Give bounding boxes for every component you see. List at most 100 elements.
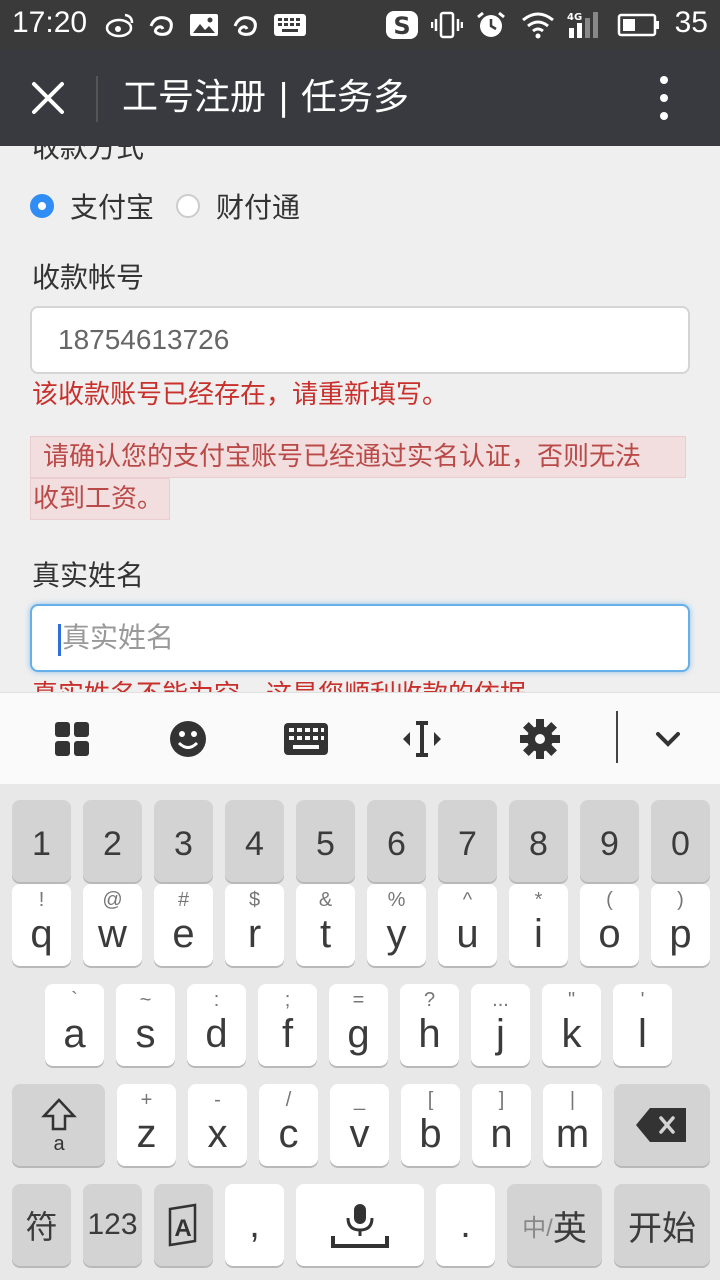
key-sub: # <box>177 889 190 911</box>
key-l[interactable]: ' l <box>613 984 672 1066</box>
number-mode-key[interactable]: 123 <box>83 1184 142 1266</box>
key-label: l <box>638 1012 647 1056</box>
key-q[interactable]: ! q <box>12 884 71 966</box>
symbol-key[interactable]: 符 <box>12 1184 71 1266</box>
account-label: 收款帐号 <box>32 261 145 294</box>
close-icon[interactable] <box>24 74 72 122</box>
handwriting-key[interactable]: A <box>154 1184 213 1266</box>
sogou-icon: S <box>384 10 420 40</box>
key-2[interactable]: 2 <box>83 800 142 882</box>
key-4[interactable]: 4 <box>225 800 284 882</box>
title-bar: 工号注册 | 任务多 <box>0 50 720 146</box>
form-content: 收款方式 支付宝 财付通 收款帐号 18754613726 该收款账号已经存在，… <box>0 146 720 692</box>
account-input[interactable]: 18754613726 <box>30 306 690 374</box>
svg-text:A: A <box>174 1215 191 1242</box>
key-c[interactable]: / c <box>259 1084 318 1166</box>
key-sub: ^ <box>462 889 473 911</box>
collapse-keyboard-icon[interactable] <box>646 717 690 761</box>
text-caret <box>58 623 61 656</box>
key-sub: [ <box>427 1089 434 1111</box>
space-voice-key[interactable] <box>296 1184 424 1266</box>
key-g[interactable]: = g <box>329 984 388 1066</box>
cursor-move-icon[interactable] <box>400 717 444 761</box>
key-label: h <box>418 1012 441 1056</box>
apps-grid-icon[interactable] <box>50 717 94 761</box>
key-7[interactable]: 7 <box>438 800 497 882</box>
key-label: y <box>386 912 407 956</box>
realname-input[interactable]: 真实姓名 <box>30 604 690 672</box>
settings-gear-icon[interactable] <box>518 717 562 761</box>
key-label: s <box>135 1012 156 1056</box>
go-key[interactable]: 开始 <box>614 1184 710 1266</box>
more-options-icon[interactable] <box>640 72 688 124</box>
key-sub: : <box>213 989 220 1011</box>
key-label: u <box>456 912 479 956</box>
key-r[interactable]: $ r <box>225 884 284 966</box>
key-p[interactable]: ) p <box>651 884 710 966</box>
key-h[interactable]: ? h <box>400 984 459 1066</box>
soft-keyboard: 1 2 3 4 5 6 7 8 9 0 ! q @ w # e $ r & t % y ^ u… <box>0 784 720 1280</box>
comma-key[interactable]: , <box>225 1184 284 1266</box>
page-title: 工号注册 | 任务多 <box>122 77 410 118</box>
backspace-key[interactable] <box>614 1084 710 1166</box>
shift-key[interactable]: a <box>12 1084 105 1166</box>
key-s[interactable]: ~ s <box>116 984 175 1066</box>
key-t[interactable]: & t <box>296 884 355 966</box>
key-u[interactable]: ^ u <box>438 884 497 966</box>
key-label: w <box>98 912 127 956</box>
key-a[interactable]: ` a <box>45 984 104 1066</box>
key-sub: * <box>534 889 543 911</box>
alipay-radio[interactable] <box>30 194 54 218</box>
key-j[interactable]: ... j <box>471 984 530 1066</box>
key-label: 6 <box>387 825 406 863</box>
key-label: 开始 <box>628 1209 696 1248</box>
key-label: z <box>136 1112 157 1156</box>
key-8[interactable]: 8 <box>509 800 568 882</box>
svg-text:S: S <box>393 12 410 40</box>
key-x[interactable]: -x <box>188 1084 247 1166</box>
key-e[interactable]: # e <box>154 884 213 966</box>
key-sub: ... <box>492 989 509 1011</box>
emoji-icon[interactable] <box>166 717 210 761</box>
key-b[interactable]: [b <box>401 1084 460 1166</box>
key-label: v <box>349 1112 370 1156</box>
key-m[interactable]: | m <box>543 1084 602 1166</box>
key-f[interactable]: ; f <box>258 984 317 1066</box>
key-i[interactable]: * i <box>509 884 568 966</box>
notification-app-icon-2 <box>230 10 262 40</box>
gallery-icon <box>188 10 220 40</box>
key-k[interactable]: " k <box>542 984 601 1066</box>
key-n[interactable]: ] n <box>472 1084 531 1166</box>
alarm-icon <box>474 10 508 40</box>
weibo-icon <box>104 10 136 40</box>
key-label: t <box>319 912 332 956</box>
key-label: f <box>281 1012 294 1056</box>
keyboard-switch-icon[interactable] <box>282 717 330 761</box>
alipay-label[interactable]: 支付宝 <box>70 186 154 226</box>
tenpay-radio[interactable] <box>176 194 201 218</box>
key-sub: ] <box>498 1089 505 1111</box>
period-key[interactable]: . <box>436 1184 495 1266</box>
key-d[interactable]: :d <box>187 984 246 1066</box>
key-0[interactable]: 0 <box>651 800 710 882</box>
key-y[interactable]: % y <box>367 884 426 966</box>
alert-line-2: 收到工资。 <box>30 478 171 520</box>
key-1[interactable]: 1 <box>12 800 71 882</box>
key-w[interactable]: @ w <box>83 884 142 966</box>
key-sub: ` <box>71 989 78 1011</box>
key-5[interactable]: 5 <box>296 800 355 882</box>
tenpay-label[interactable]: 财付通 <box>216 186 300 226</box>
key-label: j <box>496 1012 505 1056</box>
language-toggle-key[interactable]: 中/英 <box>507 1184 602 1266</box>
key-z[interactable]: + z <box>117 1084 176 1166</box>
key-sub: | <box>569 1089 576 1111</box>
key-6[interactable]: 6 <box>367 800 426 882</box>
key-o[interactable]: (o <box>580 884 639 966</box>
lang-en-label: 英 <box>552 1209 587 1248</box>
key-9[interactable]: 9 <box>580 800 639 882</box>
handwriting-icon: A <box>154 1184 213 1266</box>
key-3[interactable]: 3 <box>154 800 213 882</box>
key-label: 7 <box>458 825 477 863</box>
key-v[interactable]: _ v <box>330 1084 389 1166</box>
key-sub: - <box>214 1089 221 1111</box>
